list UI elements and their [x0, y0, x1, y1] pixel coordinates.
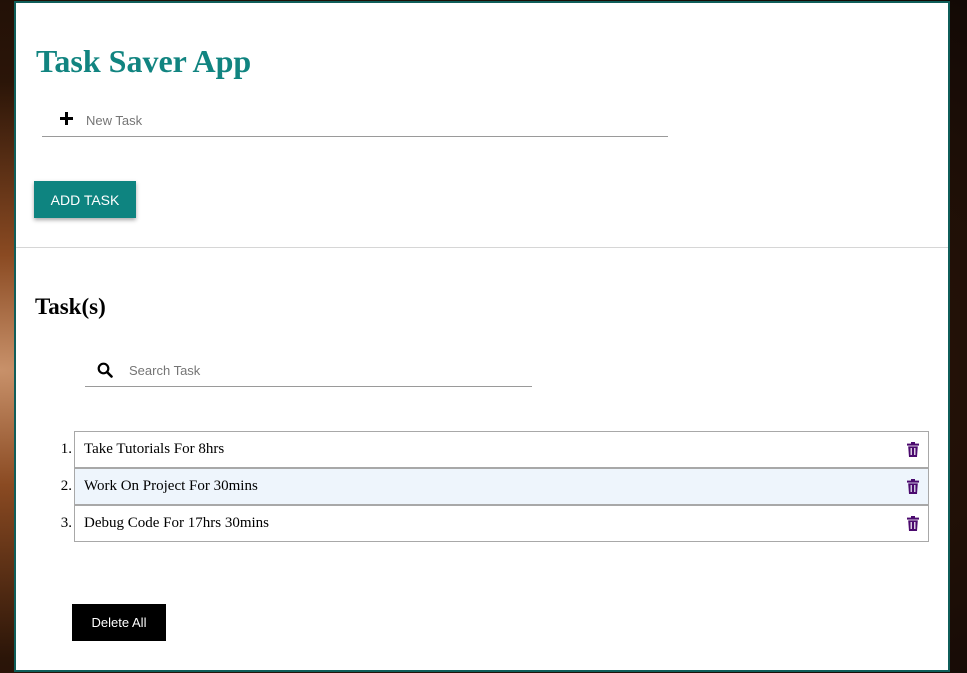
- trash-icon[interactable]: [907, 516, 919, 531]
- delete-all-button[interactable]: Delete All: [72, 604, 166, 641]
- search-icon: [97, 362, 113, 378]
- tasks-heading: Task(s): [35, 294, 106, 319]
- task-number: 3.: [60, 515, 72, 531]
- new-task-field: [42, 106, 668, 137]
- app-window: Task Saver App ADD TASK Task(s) 1. Take …: [14, 1, 950, 672]
- task-row: 2. Work On Project For 30mins: [50, 468, 930, 505]
- task-row: 3. Debug Code For 17hrs 30mins: [50, 505, 930, 542]
- page-title: Task Saver App: [36, 43, 252, 79]
- task-text: Work On Project For 30mins: [84, 478, 258, 494]
- add-task-button[interactable]: ADD TASK: [34, 181, 136, 218]
- task-text: Take Tutorials For 8hrs: [84, 441, 225, 457]
- search-field: [85, 356, 532, 387]
- task-item[interactable]: Work On Project For 30mins: [74, 468, 929, 505]
- task-row: 1. Take Tutorials For 8hrs: [50, 431, 930, 468]
- plus-icon: [60, 112, 73, 125]
- new-task-input[interactable]: [86, 109, 646, 131]
- task-number: 1.: [60, 441, 72, 457]
- task-item[interactable]: Debug Code For 17hrs 30mins: [74, 505, 929, 542]
- task-item[interactable]: Take Tutorials For 8hrs: [74, 431, 929, 468]
- trash-icon[interactable]: [907, 442, 919, 457]
- task-list: 1. Take Tutorials For 8hrs 2. Work On Pr…: [50, 431, 930, 542]
- task-number: 2.: [60, 478, 72, 494]
- search-input[interactable]: [129, 359, 519, 381]
- task-text: Debug Code For 17hrs 30mins: [84, 515, 269, 531]
- trash-icon[interactable]: [907, 479, 919, 494]
- add-task-section: Task Saver App ADD TASK: [16, 3, 948, 248]
